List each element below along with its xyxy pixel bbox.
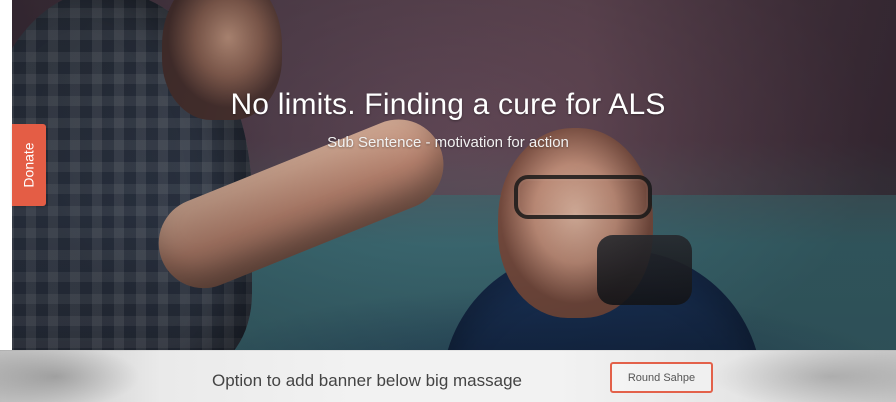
round-shape-button[interactable]: Round Sahpe — [610, 362, 713, 393]
hero-headline: No limits. Finding a cure for ALS — [230, 88, 666, 121]
donate-tab[interactable]: Donate — [12, 124, 46, 206]
banner-message: Option to add banner below big massage — [212, 371, 522, 390]
donate-label: Donate — [21, 142, 37, 188]
hero-image — [12, 0, 896, 350]
bottom-banner: Option to add banner below big massage — [0, 350, 896, 402]
hero-vignette — [12, 0, 896, 350]
round-shape-button-label: Round Sahpe — [627, 371, 696, 384]
hero-subheadline: Sub Sentence - motivation for action — [327, 134, 569, 151]
